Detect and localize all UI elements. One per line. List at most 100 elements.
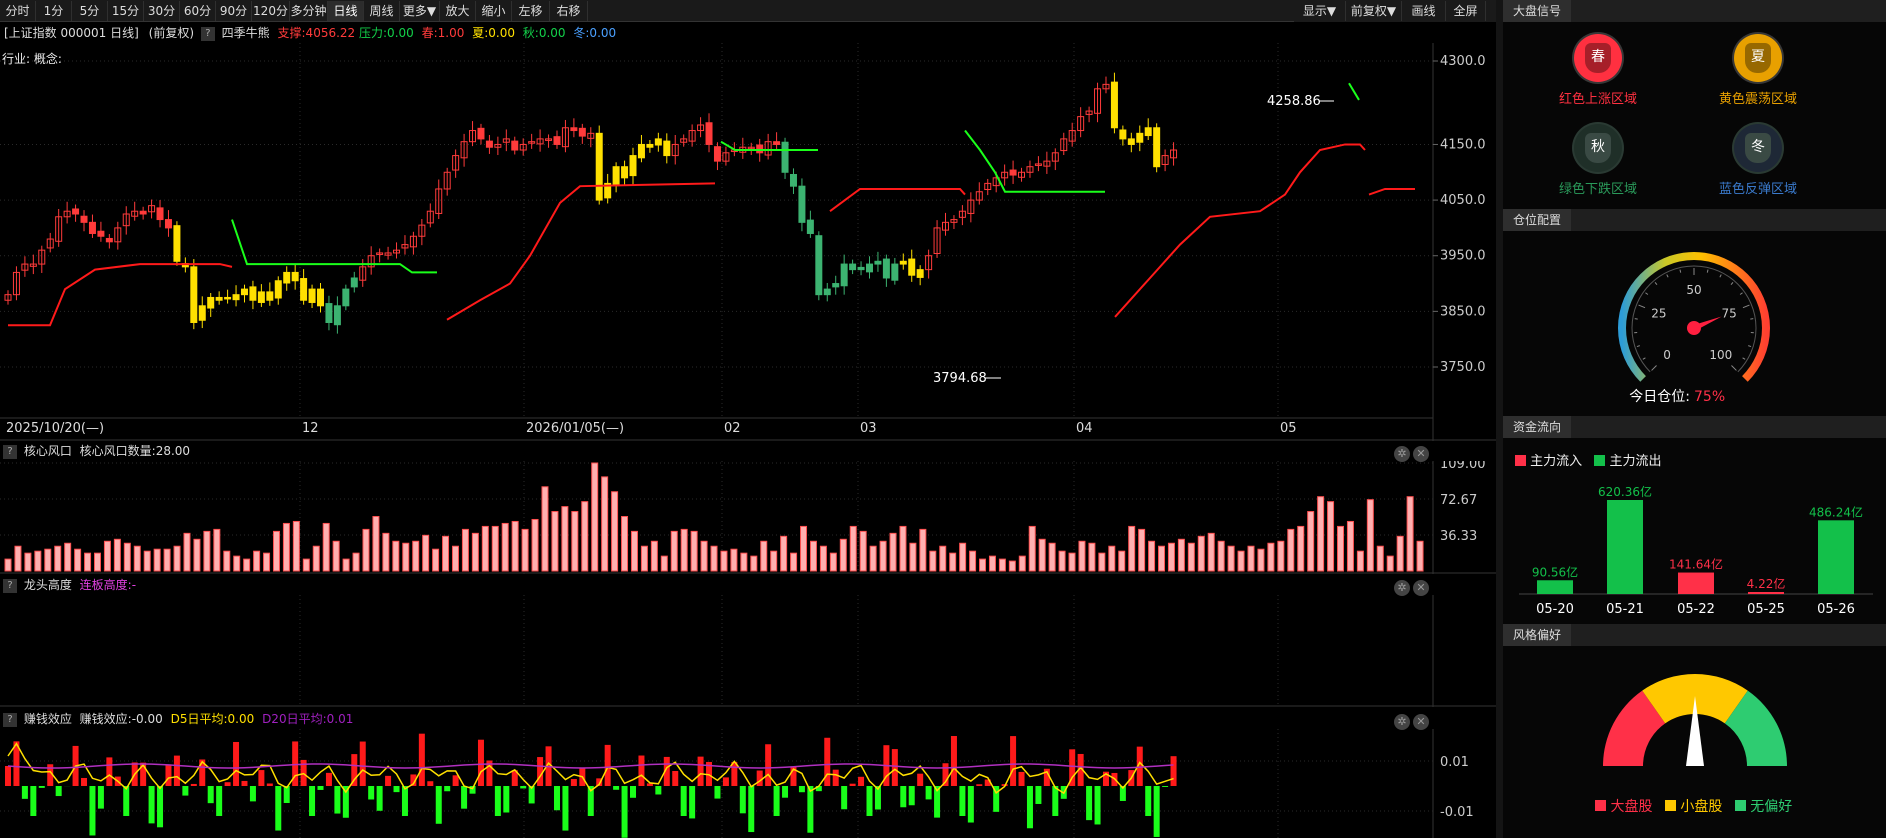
candle-body — [164, 219, 172, 229]
period-tab[interactable]: 1分 — [36, 1, 72, 21]
period-tab[interactable]: 120分 — [252, 1, 290, 21]
panel3-value: 赚钱效应:-0.00 — [79, 712, 163, 726]
candle-body — [266, 291, 274, 301]
p3-bar — [359, 741, 366, 786]
toolbar-button[interactable]: 前复权▼ — [1346, 1, 1402, 21]
p3-bar — [81, 777, 88, 786]
help-icon[interactable]: ? — [3, 578, 17, 593]
candle-body — [865, 263, 873, 273]
p1-bar — [253, 550, 261, 572]
p3-bar — [562, 786, 569, 831]
gear-icon[interactable]: ✲ — [1394, 580, 1410, 596]
p1-bar — [1406, 496, 1414, 572]
p1-bar — [153, 548, 161, 572]
gauge-tick-label: 0 — [1663, 348, 1671, 362]
toolbar-button[interactable]: 全屏 — [1446, 1, 1486, 21]
p3-bar — [5, 766, 11, 786]
flow-value-label: 141.64亿 — [1669, 557, 1723, 572]
candle-body — [916, 269, 924, 278]
p1-bar — [1048, 542, 1056, 572]
candle-body — [899, 260, 907, 265]
p3-bar — [503, 786, 510, 813]
toolbar-button[interactable]: 画线 — [1402, 1, 1446, 21]
signal-label: 红色上涨区域 — [1558, 92, 1637, 107]
period-tab[interactable]: 30分 — [144, 1, 180, 21]
p3-bar — [891, 749, 898, 786]
p1-tick-label: 72.67 — [1440, 493, 1477, 508]
flow-date-label: 05-20 — [1536, 602, 1574, 617]
p3-bar — [613, 786, 620, 790]
p3-bar — [182, 786, 189, 796]
p1-bar — [889, 532, 897, 572]
candle-body — [1136, 132, 1144, 143]
period-tab[interactable]: 左移 — [512, 1, 550, 21]
candle-body — [1119, 129, 1127, 140]
p1-bar — [1138, 528, 1146, 572]
period-tab[interactable]: 周线 — [364, 1, 400, 21]
p1-bar — [382, 532, 390, 572]
period-tab[interactable]: 缩小 — [476, 1, 512, 21]
p3-bar — [334, 786, 341, 814]
close-icon[interactable]: ✕ — [1413, 446, 1429, 462]
p3-bar — [1035, 786, 1042, 804]
candle-body — [1127, 138, 1135, 145]
candle-body — [88, 221, 96, 234]
p1-bar — [14, 545, 22, 572]
period-tab[interactable]: 90分 — [216, 1, 252, 21]
help-icon[interactable]: ? — [200, 26, 215, 41]
p1-bar — [352, 552, 360, 572]
p3-bar — [604, 744, 611, 786]
p3-bar — [21, 786, 28, 799]
close-icon[interactable]: ✕ — [1413, 714, 1429, 730]
period-tab[interactable]: 多分钟 — [290, 1, 328, 21]
date-tick-label: 2025/10/20(—) — [6, 421, 104, 436]
period-tab[interactable]: 60分 — [180, 1, 216, 21]
p1-bar — [531, 518, 539, 572]
gauge-tick — [1679, 269, 1682, 273]
toolbar-button[interactable]: 显示▼ — [1294, 1, 1346, 21]
flow-header: 资金流向 — [1503, 416, 1886, 438]
panel1-value: 核心风口数量:28.00 — [79, 444, 191, 458]
p1-bar — [1346, 520, 1354, 572]
legend-in: 主力流入 — [1530, 454, 1583, 469]
period-tab[interactable]: 右移 — [550, 1, 588, 21]
p1-bar — [561, 506, 569, 572]
help-icon[interactable]: ? — [3, 444, 17, 459]
candlestick-chart[interactable]: 4300.0 4150.0 4050.0 3950.0 3850.0 3750.0 2025… — [0, 43, 1496, 441]
p1-tick-label: 36.33 — [1440, 529, 1477, 544]
p1-bar — [302, 558, 310, 572]
flow-date-label: 05-21 — [1606, 602, 1644, 617]
p1-bar — [193, 538, 201, 572]
legend-swatch-none — [1734, 800, 1746, 811]
period-tab[interactable]: 放大 — [440, 1, 476, 21]
low-price-label: 3794.68 — [933, 371, 987, 386]
p1-bar — [1307, 511, 1315, 572]
signal-badge-icon: 春 — [1574, 34, 1622, 82]
p1-bar — [969, 550, 977, 572]
p1-bar — [511, 520, 519, 572]
period-tab[interactable]: 分时 — [0, 1, 36, 21]
gear-icon[interactable]: ✲ — [1394, 714, 1410, 730]
date-tick-label: 05 — [1280, 421, 1297, 436]
p1-bar — [1098, 552, 1106, 572]
core-trend-bar-chart: 109.00 72.67 36.33 — [0, 461, 1496, 574]
p3-bar — [224, 782, 231, 786]
p3-bar — [1145, 786, 1152, 816]
period-tab[interactable]: 15分 — [108, 1, 144, 21]
p1-bar — [1237, 550, 1245, 572]
period-tab[interactable]: 日线 — [328, 1, 364, 21]
splitter[interactable] — [1496, 0, 1503, 838]
close-icon[interactable]: ✕ — [1413, 580, 1429, 596]
p1-bar — [849, 525, 857, 572]
legend-swatch-in — [1515, 455, 1526, 466]
period-tab[interactable]: 更多▼ — [400, 1, 440, 21]
gauge-tick — [1654, 282, 1658, 285]
help-icon[interactable]: ? — [3, 712, 17, 727]
style-legend: 大盘股 小盘股 无偏好 — [1595, 796, 1792, 816]
gear-icon[interactable]: ✲ — [1394, 446, 1410, 462]
p3-bar — [950, 736, 957, 786]
period-tab[interactable]: 5分 — [72, 1, 108, 21]
panel2-name: 龙头高度 — [23, 578, 72, 592]
candle-body — [72, 208, 80, 215]
p3-bar — [55, 786, 62, 797]
